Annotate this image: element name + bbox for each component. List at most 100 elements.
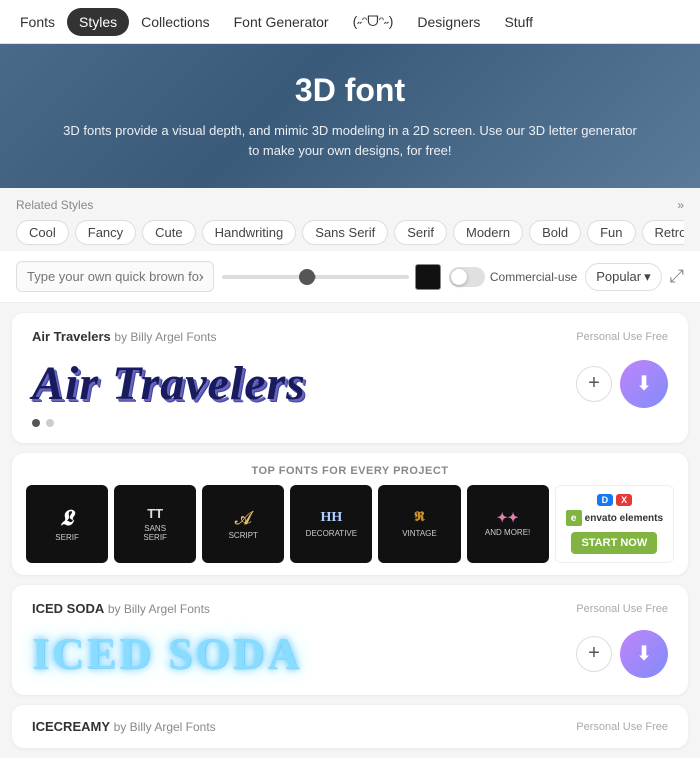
font-thumb-vintage[interactable]: 𝕽 VINTAGE [378,485,460,563]
ad-badges: D X [597,494,633,506]
nav-stuff[interactable]: Stuff [492,8,545,36]
nav-collections[interactable]: Collections [129,8,221,36]
carousel-dots [32,419,668,427]
search-bar: Commercial-use Popular ▾ ⤢ [0,251,700,303]
ad-content: 𝕷 SERIF TT SANSSERIF 𝓐 SCRIPT HH DECORAT… [26,485,674,563]
font-thumb-more[interactable]: ✦✦ AND MORE! [467,485,549,563]
font-card-iced-soda: ICED SODA by Billy Argel Fonts Personal … [12,585,688,695]
font-actions-2: + ⬇ [576,630,668,678]
font-card-air-travelers: Air Travelers by Billy Argel Fonts Perso… [12,313,688,443]
hero-title: 3D font [20,72,680,109]
add-to-collection-button[interactable]: + [576,366,612,402]
font-card-header: Air Travelers by Billy Argel Fonts Perso… [32,329,668,344]
toggle-knob [451,269,467,285]
envato-logo: e envato elements [566,510,663,526]
related-styles-section: Related Styles » Cool Fancy Cute Handwri… [0,188,700,251]
thumb-preview-serif: 𝕷 [61,507,73,529]
ad-banner: TOP FONTS FOR EVERY PROJECT 𝕷 SERIF TT S… [12,453,688,575]
style-tag-handwriting[interactable]: Handwriting [202,220,297,245]
font-name-2: ICED SODA [32,601,104,616]
related-label: Related Styles [16,198,93,212]
font-card-title: Air Travelers by Billy Argel Fonts [32,329,216,344]
style-tag-sans-serif[interactable]: Sans Serif [302,220,388,245]
sort-label: Popular [596,269,641,284]
envato-ad: D X e envato elements START NOW [555,485,674,563]
icecreamy-header: ICECREAMY by Billy Argel Fonts Personal … [32,719,668,734]
license-badge-3: Personal Use Free [576,721,668,733]
style-tags-list: Cool Fancy Cute Handwriting Sans Serif S… [16,220,684,245]
nav-emoji[interactable]: (˶ᵔᗜᵔ˶) [341,7,406,36]
download-button[interactable]: ⬇ [620,360,668,408]
download-button-2[interactable]: ⬇ [620,630,668,678]
style-tag-fancy[interactable]: Fancy [75,220,136,245]
style-tag-cool[interactable]: Cool [16,220,69,245]
share-icon[interactable]: ⤢ [670,266,684,287]
commercial-switch[interactable] [449,267,485,287]
font-card-title-2: ICED SODA by Billy Argel Fonts [32,601,210,616]
font-name-3: ICECREAMY [32,719,110,734]
ad-badge-blue: D [597,494,614,506]
sort-button[interactable]: Popular ▾ [585,263,661,291]
air-travelers-preview-text: Air Travelers [32,356,576,411]
download-icon: ⬇ [636,371,653,396]
thumb-label-sans: SANSSERIF [143,524,167,542]
search-input[interactable] [16,261,214,292]
font-card-header-2: ICED SODA by Billy Argel Fonts Personal … [32,601,668,616]
add-to-collection-button-2[interactable]: + [576,636,612,672]
font-thumb-sans[interactable]: TT SANSSERIF [114,485,196,563]
font-preview-area-2: ICED SODA + ⬇ [32,628,668,679]
font-card-icecreamy: ICECREAMY by Billy Argel Fonts Personal … [12,705,688,748]
nav-designers[interactable]: Designers [405,8,492,36]
font-size-slider[interactable] [222,275,409,279]
nav-styles[interactable]: Styles [67,8,129,36]
license-badge-2: Personal Use Free [576,603,668,615]
style-tag-modern[interactable]: Modern [453,220,523,245]
thumb-label-deco: DECORATIVE [306,529,357,538]
ad-badge-red: X [616,494,632,506]
ad-label: TOP FONTS FOR EVERY PROJECT [26,465,674,477]
dot-2[interactable] [46,419,54,427]
style-tag-retro[interactable]: Retro [642,220,684,245]
main-nav: Fonts Styles Collections Font Generator … [0,0,700,44]
commercial-use-toggle[interactable]: Commercial-use [449,267,577,287]
license-badge: Personal Use Free [576,331,668,343]
thumb-preview-script: 𝓐 [235,509,252,527]
envato-start-button[interactable]: START NOW [571,532,657,554]
style-tag-bold[interactable]: Bold [529,220,581,245]
color-picker[interactable] [415,264,441,290]
thumb-label-script: SCRIPT [229,531,258,540]
iced-soda-preview-text: ICED SODA [32,628,576,679]
download-icon-2: ⬇ [636,641,653,666]
thumb-preview-vintage: 𝕽 [414,511,425,525]
font-preview-area: Air Travelers + ⬇ [32,356,668,411]
sort-arrow-icon: ▾ [644,269,651,285]
font-thumb-decorative[interactable]: HH DECORATIVE [290,485,372,563]
thumb-label-more: AND MORE! [485,528,530,537]
thumb-label-vintage: VINTAGE [402,529,437,538]
font-size-slider-wrapper [222,264,441,290]
font-name: Air Travelers [32,329,111,344]
dot-1[interactable] [32,419,40,427]
nav-font-generator[interactable]: Font Generator [222,8,341,36]
font-preview-2: ICED SODA [32,628,576,679]
commercial-label: Commercial-use [490,270,577,284]
font-preview: Air Travelers [32,356,576,411]
style-tag-cute[interactable]: Cute [142,220,195,245]
font-by-2: by Billy Argel Fonts [108,602,210,616]
font-by-3: by Billy Argel Fonts [114,720,216,734]
envato-logo-mark: e [566,510,582,526]
nav-fonts[interactable]: Fonts [8,8,67,36]
thumb-preview-deco: HH [320,511,342,525]
thumb-preview-more: ✦✦ [497,511,519,524]
envato-name: envato elements [585,513,663,524]
font-by: by Billy Argel Fonts [114,330,216,344]
thumb-label-serif: SERIF [55,533,79,542]
font-card-title-3: ICECREAMY by Billy Argel Fonts [32,719,216,734]
related-chevron-icon[interactable]: » [677,198,684,212]
font-thumb-script[interactable]: 𝓐 SCRIPT [202,485,284,563]
style-tag-fun[interactable]: Fun [587,220,635,245]
font-thumb-serif[interactable]: 𝕷 SERIF [26,485,108,563]
hero-section: 3D font 3D fonts provide a visual depth,… [0,44,700,188]
style-tag-serif[interactable]: Serif [394,220,447,245]
thumb-preview-sans: TT [147,507,163,520]
